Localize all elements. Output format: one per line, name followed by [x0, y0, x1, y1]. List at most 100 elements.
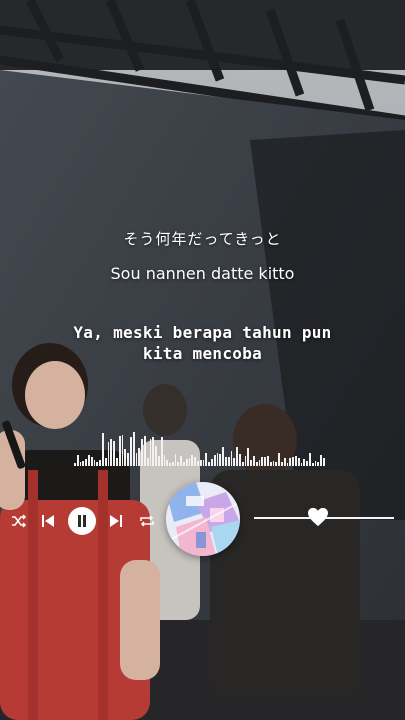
visualizer-bar [194, 457, 197, 466]
visualizer-bar [138, 448, 141, 466]
visualizer-bar [177, 462, 180, 466]
visualizer-bar [211, 459, 213, 466]
visualizer-bar [239, 454, 241, 466]
lyric-translation-line-1: Ya, meski berapa tahun pun [73, 323, 332, 342]
visualizer-bar [174, 454, 177, 466]
visualizer-bar [101, 433, 104, 466]
visualizer-bar [286, 463, 289, 466]
visualizer-bar [160, 437, 163, 466]
visualizer-bar [104, 458, 107, 466]
visualizer-bar [169, 463, 171, 466]
visualizer-bar [74, 463, 76, 466]
visualizer-bar [300, 463, 303, 466]
lyric-translation-line-2: kita mencoba [142, 344, 263, 363]
visualizer-bar [258, 460, 261, 466]
visualizer-bar [227, 457, 230, 466]
pause-button[interactable] [68, 507, 96, 535]
visualizer-bar [278, 453, 280, 466]
visualizer-bar [149, 439, 152, 466]
skip-previous-icon [42, 515, 54, 527]
visualizer-bar [121, 435, 124, 466]
visualizer-bar [269, 462, 272, 466]
visualizer-bar [135, 453, 138, 466]
visualizer-bar [222, 447, 225, 466]
next-button[interactable] [108, 512, 124, 530]
previous-button[interactable] [40, 512, 56, 530]
visualizer-bar [127, 453, 129, 466]
visualizer-bar [129, 437, 132, 466]
visualizer-bar [199, 460, 202, 466]
heart-icon [308, 507, 329, 527]
visualizer-bar [163, 455, 166, 466]
visualizer-bar [146, 458, 149, 466]
visualizer-bar [152, 437, 155, 466]
visualizer-bar [314, 461, 317, 466]
shuffle-icon [12, 514, 27, 528]
visualizer-bar [244, 456, 247, 466]
visualizer-bar [107, 442, 110, 466]
repeat-icon [140, 515, 154, 527]
visualizer-bar [141, 439, 143, 466]
visualizer-bar [180, 456, 183, 466]
visualizer-bar [311, 463, 314, 466]
visualizer-bar [308, 453, 311, 466]
visualizer-bar [191, 455, 194, 466]
visualizer-bar [82, 461, 85, 466]
visualizer-bar [250, 460, 252, 466]
visualizer-bar [185, 459, 188, 466]
visualizer-bar [261, 457, 264, 466]
visualizer-bar [87, 455, 90, 466]
visualizer-bar [266, 456, 269, 466]
visualizer-bar [303, 459, 306, 466]
visualizer-bar [289, 458, 292, 466]
visualizer-bar [241, 462, 244, 466]
progress-thumb[interactable] [307, 507, 329, 529]
album-cover[interactable] [166, 482, 240, 556]
lyric-romaji: Sou nannen datte kitto [110, 264, 295, 283]
visualizer-bar [322, 458, 325, 466]
visualizer-bar [292, 457, 294, 466]
lyric-translation: Ya, meski berapa tahun pun kita mencoba [0, 322, 405, 364]
visualizer-bar [275, 462, 278, 466]
visualizer-bar [96, 462, 99, 466]
visualizer-bar [247, 448, 250, 466]
visualizer-bar [113, 441, 115, 466]
visualizer-bar [264, 457, 266, 466]
visualizer-bar [76, 455, 79, 466]
visualizer-bar [297, 458, 300, 466]
skip-next-icon [110, 515, 122, 527]
visualizer-bar [115, 458, 118, 466]
visualizer-bar [143, 436, 146, 466]
visualizer-bar [213, 455, 216, 466]
visualizer-bar [171, 462, 174, 466]
visualizer-bar [99, 460, 101, 466]
visualizer-bar [283, 458, 286, 466]
visualizer-bar [197, 461, 199, 466]
visualizer-bar [253, 456, 255, 466]
visualizer-bar [280, 462, 283, 466]
visualizer-bar [294, 456, 297, 466]
visualizer-bar [166, 460, 169, 466]
shuffle-button[interactable] [10, 512, 28, 530]
pause-icon [78, 515, 86, 527]
lyric-japanese: そう何年だってきっと [123, 230, 282, 248]
visualizer-bar [118, 436, 121, 466]
visualizer-bar [216, 453, 219, 466]
visualizer-bar [205, 453, 208, 466]
visualizer-bar [110, 439, 113, 466]
visualizer-bar [183, 462, 185, 466]
visualizer-bar [255, 462, 258, 466]
visualizer-bar [225, 457, 227, 466]
visualizer-bar [306, 461, 308, 466]
visualizer-bar [236, 447, 239, 466]
visualizer-bar [90, 457, 93, 466]
visualizer-bar [202, 460, 205, 466]
visualizer-bar [208, 462, 211, 466]
visualizer-bar [79, 462, 82, 466]
visualizer-bar [93, 460, 96, 466]
visualizer-bar [157, 456, 160, 466]
visualizer-bar [155, 446, 157, 466]
repeat-button[interactable] [138, 512, 156, 530]
visualizer-bar [124, 449, 127, 466]
visualizer-bar [132, 432, 135, 466]
